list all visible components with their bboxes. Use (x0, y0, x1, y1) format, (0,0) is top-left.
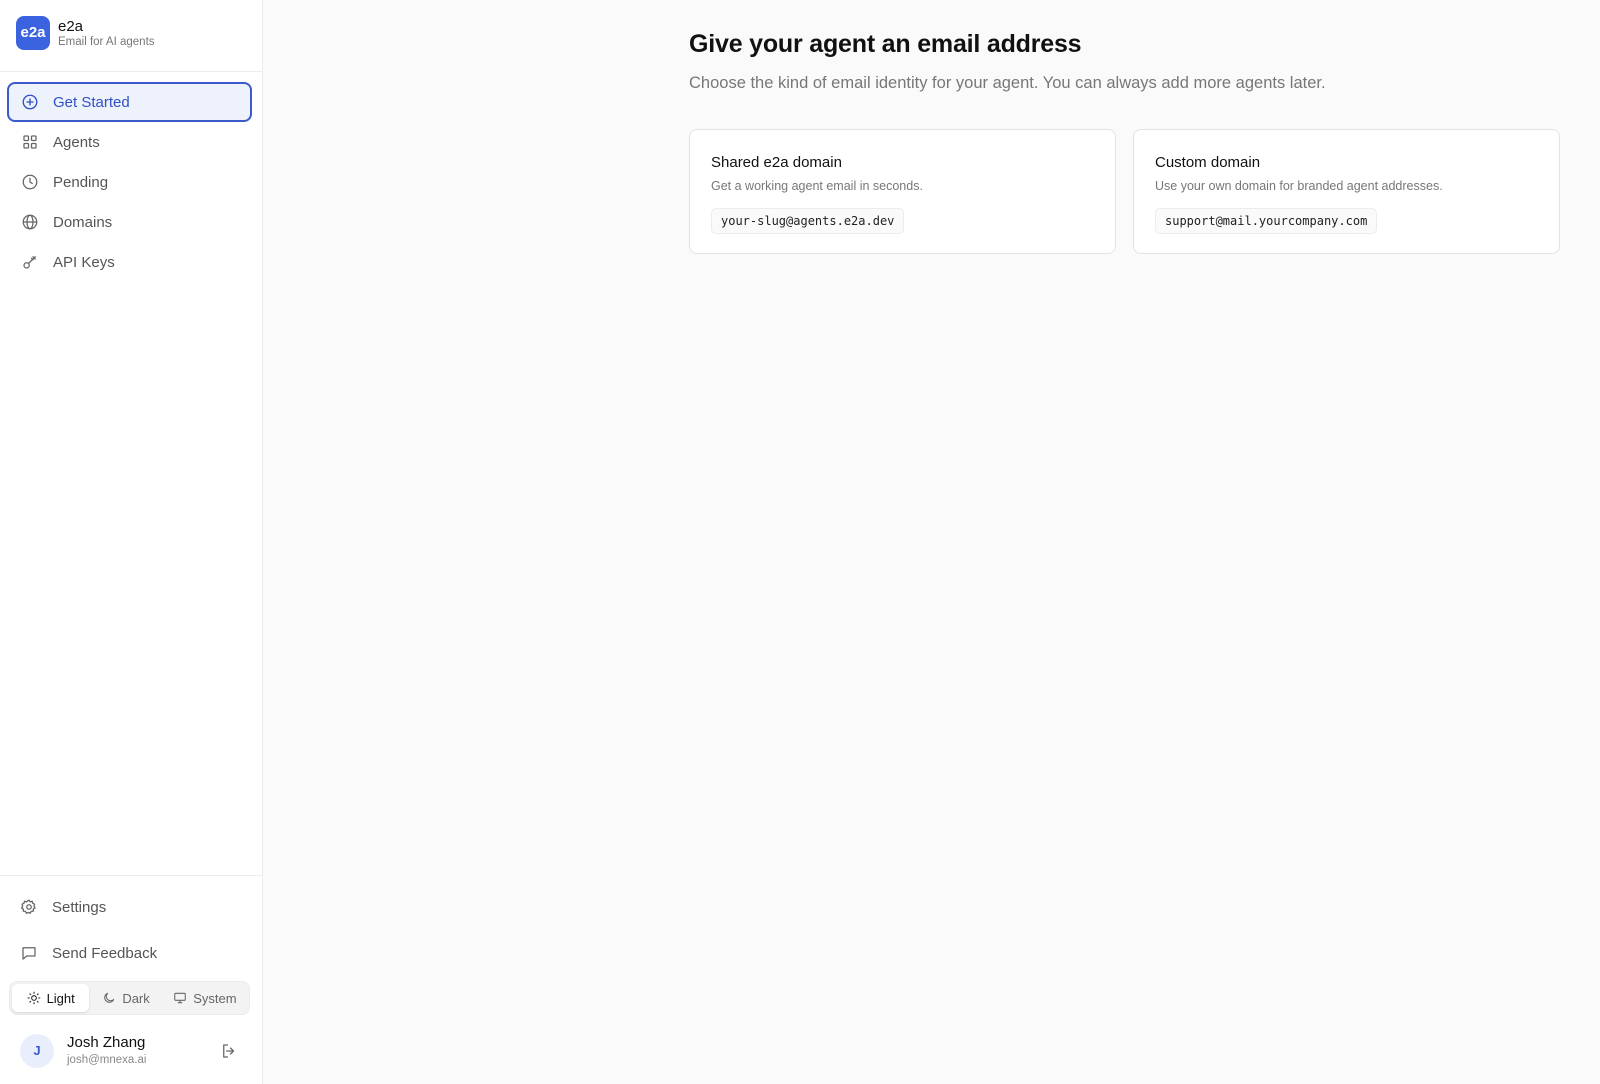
globe-icon (21, 213, 39, 231)
sidebar-item-label: Agents (53, 133, 100, 151)
clock-icon (21, 173, 39, 191)
message-square-icon (20, 944, 38, 962)
page-title: Give your agent an email address (689, 30, 1082, 58)
custom-domain-card[interactable]: Custom domain Use your own domain for br… (1133, 129, 1560, 254)
card-title: Custom domain (1155, 154, 1261, 171)
sidebar-footer (0, 875, 262, 876)
user-email: josh@mnexa.ai (67, 1054, 147, 1066)
brand-header: e2a e2a Email for AI agents (0, 0, 262, 72)
theme-switcher: Light Dark System (9, 981, 250, 1015)
user-profile: J Josh Zhang josh@mnexa.ai (0, 1025, 262, 1077)
sidebar: e2a e2a Email for AI agents Get Started … (0, 0, 263, 1084)
sidebar-item-pending[interactable]: Pending (7, 162, 252, 202)
send-feedback-button[interactable]: Send Feedback (20, 941, 157, 965)
theme-system-button[interactable]: System (163, 984, 247, 1012)
logout-icon[interactable] (220, 1042, 238, 1060)
sidebar-item-domains[interactable]: Domains (7, 202, 252, 242)
theme-system-label: System (193, 990, 237, 1006)
sidebar-item-agents[interactable]: Agents (7, 122, 252, 162)
brand-name: e2a (58, 18, 84, 35)
sidebar-nav: Get Started Agents Pending Domains API K… (7, 82, 252, 282)
user-name: Josh Zhang (67, 1034, 146, 1051)
theme-light-label: Light (46, 990, 75, 1006)
grid-icon (21, 133, 39, 151)
example-address: support@mail.yourcompany.com (1155, 208, 1378, 234)
theme-dark-label: Dark (122, 990, 150, 1006)
sun-icon (27, 991, 41, 1005)
page-subtitle: Choose the kind of email identity for yo… (689, 74, 1326, 92)
main-content: Give your agent an email address Choose … (263, 0, 1600, 1084)
gear-icon (20, 898, 38, 916)
sidebar-item-get-started[interactable]: Get Started (7, 82, 252, 122)
theme-light-button[interactable]: Light (12, 984, 90, 1012)
plus-circle-icon (21, 93, 39, 111)
settings-button[interactable]: Settings (20, 895, 106, 919)
sidebar-item-label: API Keys (53, 253, 115, 271)
brand-tagline: Email for AI agents (58, 36, 155, 48)
shared-domain-card[interactable]: Shared e2a domain Get a working agent em… (689, 129, 1116, 254)
sidebar-item-label: Get Started (53, 93, 130, 111)
sidebar-item-label: Pending (53, 173, 109, 191)
send-feedback-label: Send Feedback (52, 944, 158, 962)
moon-icon (102, 991, 116, 1005)
key-icon (21, 253, 39, 271)
sidebar-item-label: Domains (53, 213, 113, 231)
settings-label: Settings (52, 898, 107, 916)
example-address: your-slug@agents.e2a.dev (711, 208, 905, 234)
card-title: Shared e2a domain (711, 154, 842, 171)
card-description: Use your own domain for branded agent ad… (1155, 179, 1443, 193)
brand-logo[interactable]: e2a (16, 16, 50, 50)
avatar[interactable]: J (20, 1034, 54, 1068)
sidebar-item-api-keys[interactable]: API Keys (7, 242, 252, 282)
theme-dark-button[interactable]: Dark (89, 984, 162, 1012)
monitor-icon (173, 991, 187, 1005)
card-description: Get a working agent email in seconds. (711, 179, 923, 193)
